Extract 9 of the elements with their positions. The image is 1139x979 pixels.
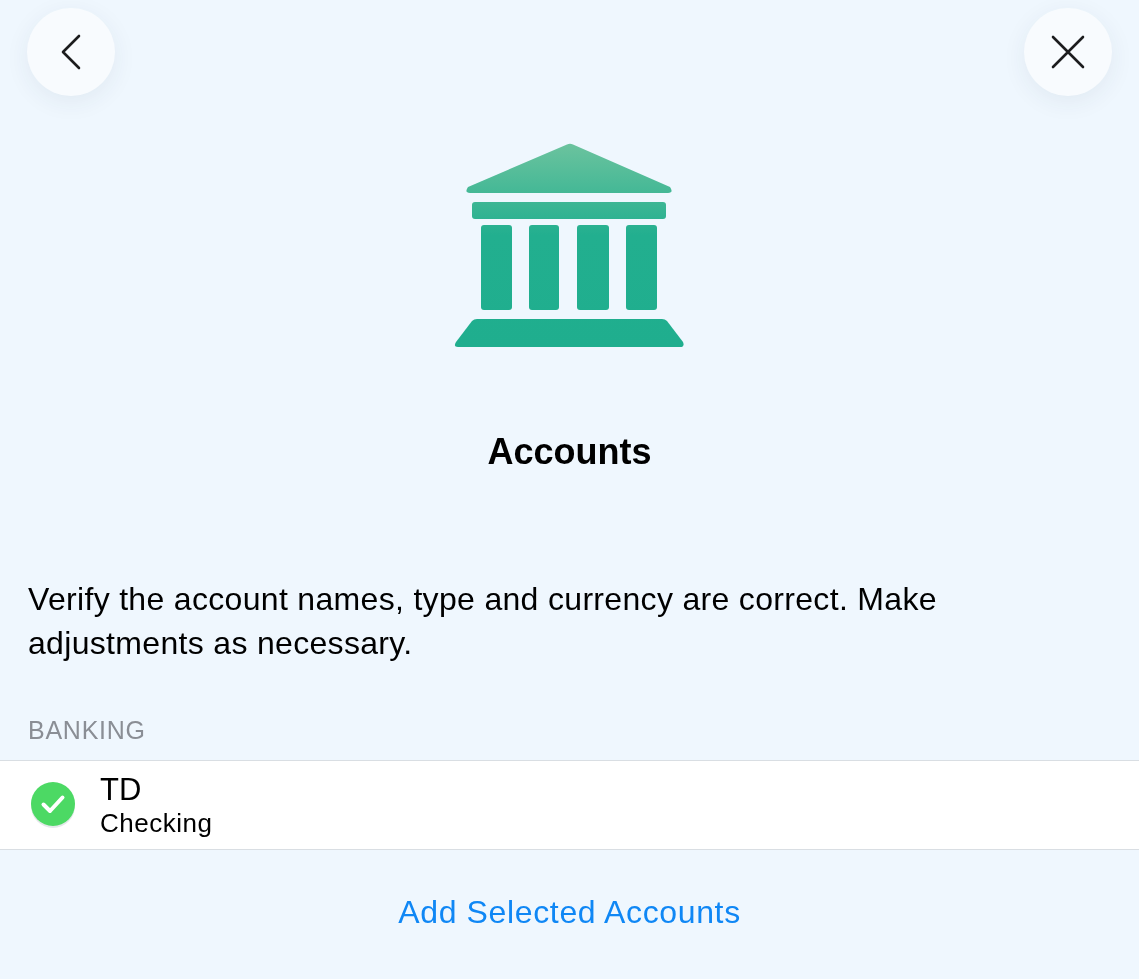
page-title: Accounts [487, 430, 652, 474]
section-header: BANKING [28, 715, 147, 745]
account-row[interactable]: TD Checking [0, 760, 1139, 850]
close-icon [1051, 35, 1085, 69]
back-chevron-icon [60, 34, 82, 70]
bank-icon [454, 143, 685, 348]
description-text: Verify the account names, type and currency are correct. Make adjustments as necessary. [28, 580, 938, 663]
account-type: Checking [100, 808, 213, 838]
account-name: TD [100, 772, 143, 808]
